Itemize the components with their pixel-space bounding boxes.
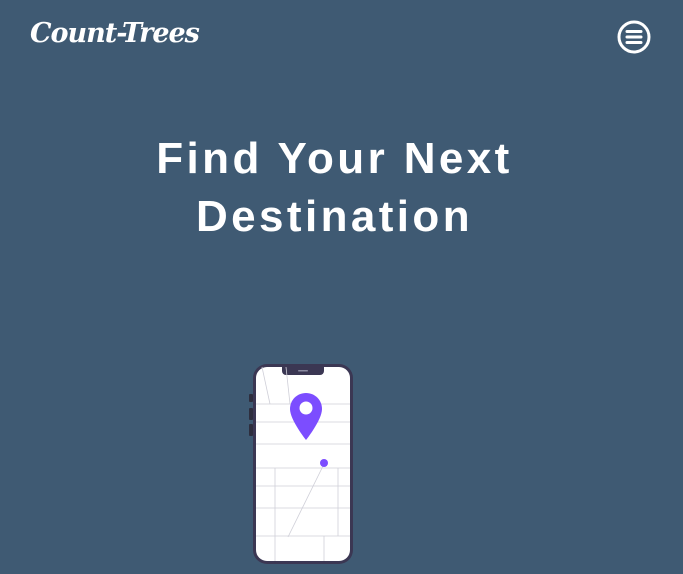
phone-map-illustration bbox=[248, 362, 356, 567]
location-dot bbox=[320, 459, 328, 467]
landing-page: Count-Trees Find Your Next Destination bbox=[0, 0, 683, 574]
hero-title-line-2: Destination bbox=[196, 192, 473, 241]
brand-logo[interactable]: Count-Trees bbox=[30, 20, 200, 47]
hero-title: Find Your Next Destination bbox=[0, 130, 669, 246]
hamburger-menu-icon bbox=[617, 20, 651, 54]
menu-button[interactable] bbox=[616, 19, 652, 55]
hero-title-line-1: Find Your Next bbox=[156, 134, 513, 183]
smartphone-icon bbox=[249, 364, 353, 564]
